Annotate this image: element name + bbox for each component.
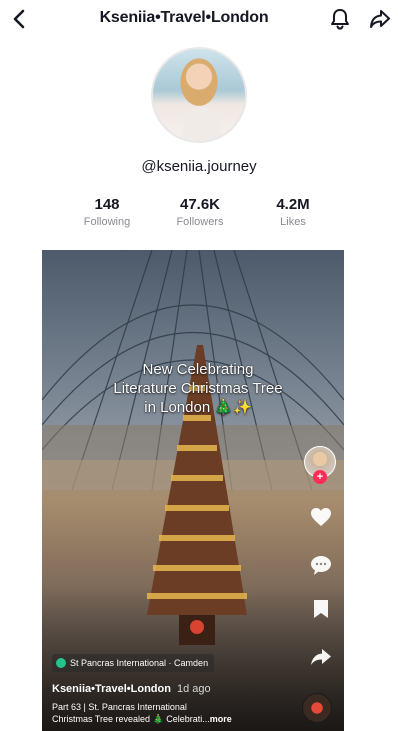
chevron-left-icon xyxy=(13,9,25,29)
caption-line-2-wrap: Christmas Tree revealed 🎄 Celebrati...mo… xyxy=(52,713,272,725)
share-video-button[interactable] xyxy=(307,644,335,670)
caption-line-1: Part 63 | St. Pancras International xyxy=(52,702,187,712)
video-author: Kseniia•Travel•London xyxy=(52,683,171,695)
stat-likes[interactable]: 4.2M Likes xyxy=(248,196,338,228)
following-count: 148 xyxy=(94,196,120,213)
video-caption[interactable]: Part 63 | St. Pancras International Chri… xyxy=(52,701,272,725)
overlay-line-1: New Celebrating xyxy=(142,361,254,378)
share-button[interactable] xyxy=(367,6,393,32)
caption-line-2: Christmas Tree revealed 🎄 Celebrati... xyxy=(52,714,210,724)
share-arrow-icon xyxy=(370,10,390,28)
following-label: Following xyxy=(83,216,131,228)
comment-icon xyxy=(311,556,331,575)
stat-followers[interactable]: 47.6K Followers xyxy=(155,196,245,228)
comment-button[interactable] xyxy=(307,552,335,578)
followers-count: 47.6K xyxy=(179,196,221,213)
likes-count: 4.2M xyxy=(276,196,310,213)
avatar-figure xyxy=(183,107,221,141)
bell-icon xyxy=(331,9,349,30)
caption-more-link[interactable]: more xyxy=(210,714,232,724)
video-player[interactable]: New Celebrating Literature Christmas Tre… xyxy=(42,250,344,731)
bookmark-button[interactable] xyxy=(307,596,335,622)
bookmark-icon xyxy=(314,600,328,618)
stat-following[interactable]: 148 Following xyxy=(62,196,152,228)
page-title: Kseniia•Travel•London xyxy=(99,9,269,26)
music-disc-icon[interactable] xyxy=(302,693,332,723)
location-pin-icon xyxy=(56,658,66,668)
profile-handle: @kseniia.journey xyxy=(141,158,257,175)
followers-label: Followers xyxy=(176,216,224,228)
profile-stats: 148 Following 47.6K Followers 4.2M Likes xyxy=(0,196,398,236)
overlay-line-2: Literature Christmas Tree xyxy=(113,380,283,397)
top-bar: Kseniia•Travel•London xyxy=(0,0,398,38)
video-overlay-caption: New Celebrating Literature Christmas Tre… xyxy=(92,360,304,417)
notifications-button[interactable] xyxy=(327,6,353,32)
profile-avatar[interactable] xyxy=(151,47,247,143)
overlay-line-3: in London 🎄✨ xyxy=(144,399,252,416)
follow-plus-icon[interactable]: + xyxy=(313,470,327,484)
back-button[interactable] xyxy=(6,6,32,32)
heart-icon xyxy=(311,508,331,526)
post-age: 1d ago xyxy=(176,683,211,695)
like-button[interactable] xyxy=(307,504,335,530)
likes-label: Likes xyxy=(280,216,306,228)
video-author-line[interactable]: Kseniia•Travel•London 1d ago xyxy=(52,683,211,695)
location-text: St Pancras International · Camden xyxy=(70,658,209,668)
location-tag[interactable]: St Pancras International · Camden xyxy=(52,654,215,672)
share-arrow-icon xyxy=(311,649,331,665)
